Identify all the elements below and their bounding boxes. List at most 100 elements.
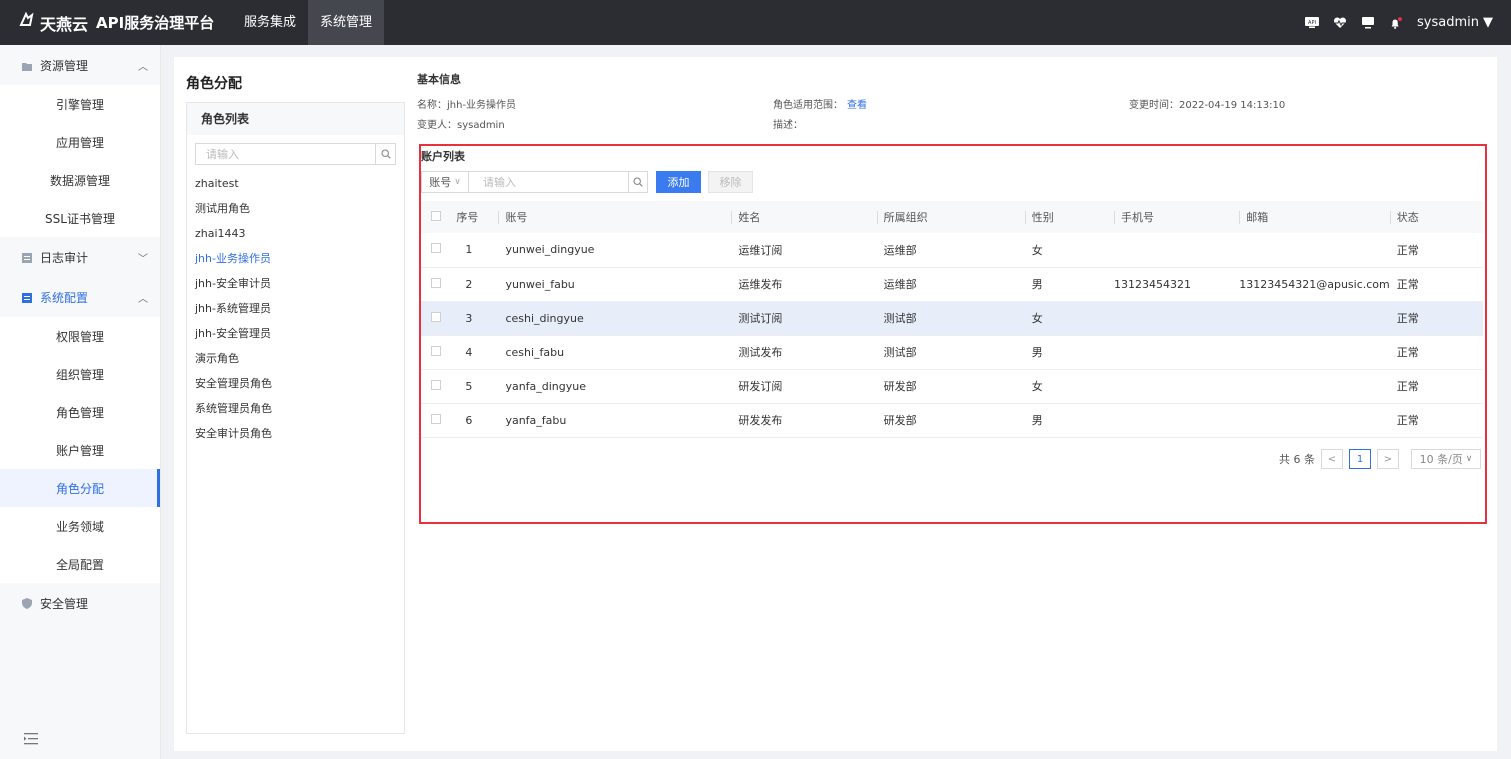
pagination: 共 6 条 < 1 > 10 条/页 ∨ xyxy=(1279,449,1481,469)
username: sysadmin xyxy=(1417,15,1479,30)
role-list-header: 角色列表 xyxy=(187,103,404,135)
chevron-down-icon: ∨ xyxy=(454,177,461,187)
col-header-email-cell: 邮箱 xyxy=(1239,201,1390,233)
platform-name: API服务治理平台 xyxy=(96,14,215,32)
field-select[interactable]: 账号 ∨ xyxy=(421,171,469,193)
row-checkbox[interactable] xyxy=(431,243,441,254)
sidebar-item-application[interactable]: 应用管理 xyxy=(0,123,160,161)
prev-page-button[interactable]: < xyxy=(1321,449,1343,469)
heartbeat-icon[interactable] xyxy=(1333,16,1347,29)
sidebar-item-role-assignment[interactable]: 角色分配 xyxy=(0,469,160,507)
cell-email xyxy=(1239,335,1390,370)
add-button[interactable]: 添加 xyxy=(656,171,701,193)
header-actions: API sysadmin ▼ xyxy=(1305,0,1493,45)
nav-service-integration[interactable]: 服务集成 xyxy=(232,0,308,45)
next-page-button[interactable]: > xyxy=(1377,449,1399,469)
cell-no: 4 xyxy=(456,335,499,370)
cell-name: 研发订阅 xyxy=(731,369,877,404)
table-row[interactable]: 2 yunwei_fabu 运维发布 运维部 男 13123454321 131… xyxy=(421,267,1483,302)
sidebar-item-engine[interactable]: 引擎管理 xyxy=(0,85,160,123)
cell-account: yanfa_fabu xyxy=(498,403,732,438)
role-search-input[interactable] xyxy=(196,144,375,164)
view-scope-link[interactable]: 查看 xyxy=(847,100,867,111)
monitor-icon[interactable] xyxy=(1361,16,1375,29)
table-row[interactable]: 5 yanfa_dingyue 研发订阅 研发部 女 正常 xyxy=(421,369,1483,404)
table-row[interactable]: 4 ceshi_fabu 测试发布 测试部 男 正常 xyxy=(421,335,1483,370)
cell-gender: 男 xyxy=(1024,267,1115,302)
collapse-menu-icon[interactable] xyxy=(24,733,38,749)
col-header-no: 序号 xyxy=(456,201,499,233)
nav-system-management[interactable]: 系统管理 xyxy=(308,0,385,45)
description: 描述： xyxy=(773,119,803,131)
sidebar-group-security[interactable]: 安全管理 xyxy=(0,583,160,623)
role-search xyxy=(195,143,396,165)
cell-email xyxy=(1239,301,1390,336)
role-item[interactable]: 测试用角色 xyxy=(195,196,404,221)
cell-account: yunwei_dingyue xyxy=(498,233,732,268)
sidebar-item-organization[interactable]: 组织管理 xyxy=(0,355,160,393)
sidebar: 资源管理 ︿ 引擎管理 应用管理 数据源管理 SSL证书管理 日志审计 ﹀ 系统… xyxy=(0,45,161,759)
role-item[interactable]: zhaitest xyxy=(195,171,404,196)
chevron-up-icon: ︿ xyxy=(138,62,148,73)
col-header-org: 所属组织 xyxy=(876,211,928,224)
cell-account: yunwei_fabu xyxy=(498,267,732,302)
page-size-select[interactable]: 10 条/页 ∨ xyxy=(1411,449,1481,469)
sidebar-item-account[interactable]: 账户管理 xyxy=(0,431,160,469)
user-menu[interactable]: sysadmin ▼ xyxy=(1417,15,1493,30)
select-all-checkbox[interactable] xyxy=(431,210,441,221)
chevron-up-icon: ︿ xyxy=(138,294,148,305)
sidebar-item-role[interactable]: 角色管理 xyxy=(0,393,160,431)
row-checkbox[interactable] xyxy=(431,277,441,288)
role-item[interactable]: jhh-安全管理员 xyxy=(195,321,404,346)
sidebar-item-ssl[interactable]: SSL证书管理 xyxy=(0,199,160,237)
cell-account: ceshi_dingyue xyxy=(498,301,732,336)
account-search-input[interactable] xyxy=(469,172,628,192)
role-item[interactable]: 系统管理员角色 xyxy=(195,396,404,421)
role-item[interactable]: zhai1443 xyxy=(195,221,404,246)
sidebar-group-log-audit[interactable]: 日志审计 ﹀ xyxy=(0,237,160,277)
basic-info-title: 基本信息 xyxy=(417,73,461,86)
row-checkbox[interactable] xyxy=(431,311,441,322)
basic-info: 基本信息 名称：jhh-业务操作员 角色适用范围： 查看 变更时间：2022-04… xyxy=(417,71,1487,133)
sidebar-group-system-config[interactable]: 系统配置 ︿ xyxy=(0,277,160,317)
bell-icon[interactable] xyxy=(1389,16,1403,29)
svg-text:API: API xyxy=(1308,20,1316,26)
logo[interactable]: 天燕云 API服务治理平台 xyxy=(0,11,232,35)
role-item[interactable]: 演示角色 xyxy=(195,346,404,371)
sidebar-item-business-domain[interactable]: 业务领域 xyxy=(0,507,160,545)
cell-status: 正常 xyxy=(1389,233,1483,268)
top-bar: 天燕云 API服务治理平台 服务集成 系统管理 API sysadmin ▼ xyxy=(0,0,1511,45)
cell-status: 正常 xyxy=(1389,267,1483,302)
search-icon[interactable] xyxy=(375,144,395,164)
table-row-highlighted[interactable]: 3 ceshi_dingyue 测试订阅 测试部 女 正常 xyxy=(421,301,1483,336)
shield-icon xyxy=(22,598,32,609)
api-icon[interactable]: API xyxy=(1305,17,1320,29)
role-item-selected[interactable]: jhh-业务操作员 xyxy=(195,246,404,271)
search-icon[interactable] xyxy=(628,172,647,192)
table-row[interactable]: 1 yunwei_dingyue 运维订阅 运维部 女 正常 xyxy=(421,233,1483,268)
role-list-panel: 角色列表 zhaitest 测试用角色 zhai1443 jhh-业务操作员 j… xyxy=(186,102,405,734)
cell-no: 5 xyxy=(456,369,499,404)
table-row[interactable]: 6 yanfa_fabu 研发发布 研发部 男 正常 xyxy=(421,403,1483,438)
caret-down-icon: ▼ xyxy=(1483,15,1493,30)
sidebar-group-resource[interactable]: 资源管理 ︿ xyxy=(0,45,160,85)
cell-name: 研发发布 xyxy=(731,403,877,438)
row-checkbox[interactable] xyxy=(431,379,441,390)
page-button-current[interactable]: 1 xyxy=(1349,449,1371,469)
row-checkbox[interactable] xyxy=(431,345,441,356)
role-list: zhaitest 测试用角色 zhai1443 jhh-业务操作员 jhh-安全… xyxy=(187,171,404,446)
row-checkbox[interactable] xyxy=(431,413,441,424)
col-header-gender: 性别 xyxy=(1024,211,1054,224)
role-item[interactable]: jhh-安全审计员 xyxy=(195,271,404,296)
role-item[interactable]: jhh-系统管理员 xyxy=(195,296,404,321)
role-item[interactable]: 安全审计员角色 xyxy=(195,421,404,446)
role-item[interactable]: 安全管理员角色 xyxy=(195,371,404,396)
remove-button[interactable]: 移除 xyxy=(708,171,753,193)
col-header-status: 状态 xyxy=(1389,211,1419,224)
cell-name: 测试订阅 xyxy=(731,301,877,336)
cell-name: 测试发布 xyxy=(731,335,877,370)
sidebar-item-global-config[interactable]: 全局配置 xyxy=(0,545,160,583)
sidebar-item-datasource[interactable]: 数据源管理 xyxy=(0,161,160,199)
sidebar-item-permission[interactable]: 权限管理 xyxy=(0,317,160,355)
cell-name: 运维发布 xyxy=(731,267,877,302)
